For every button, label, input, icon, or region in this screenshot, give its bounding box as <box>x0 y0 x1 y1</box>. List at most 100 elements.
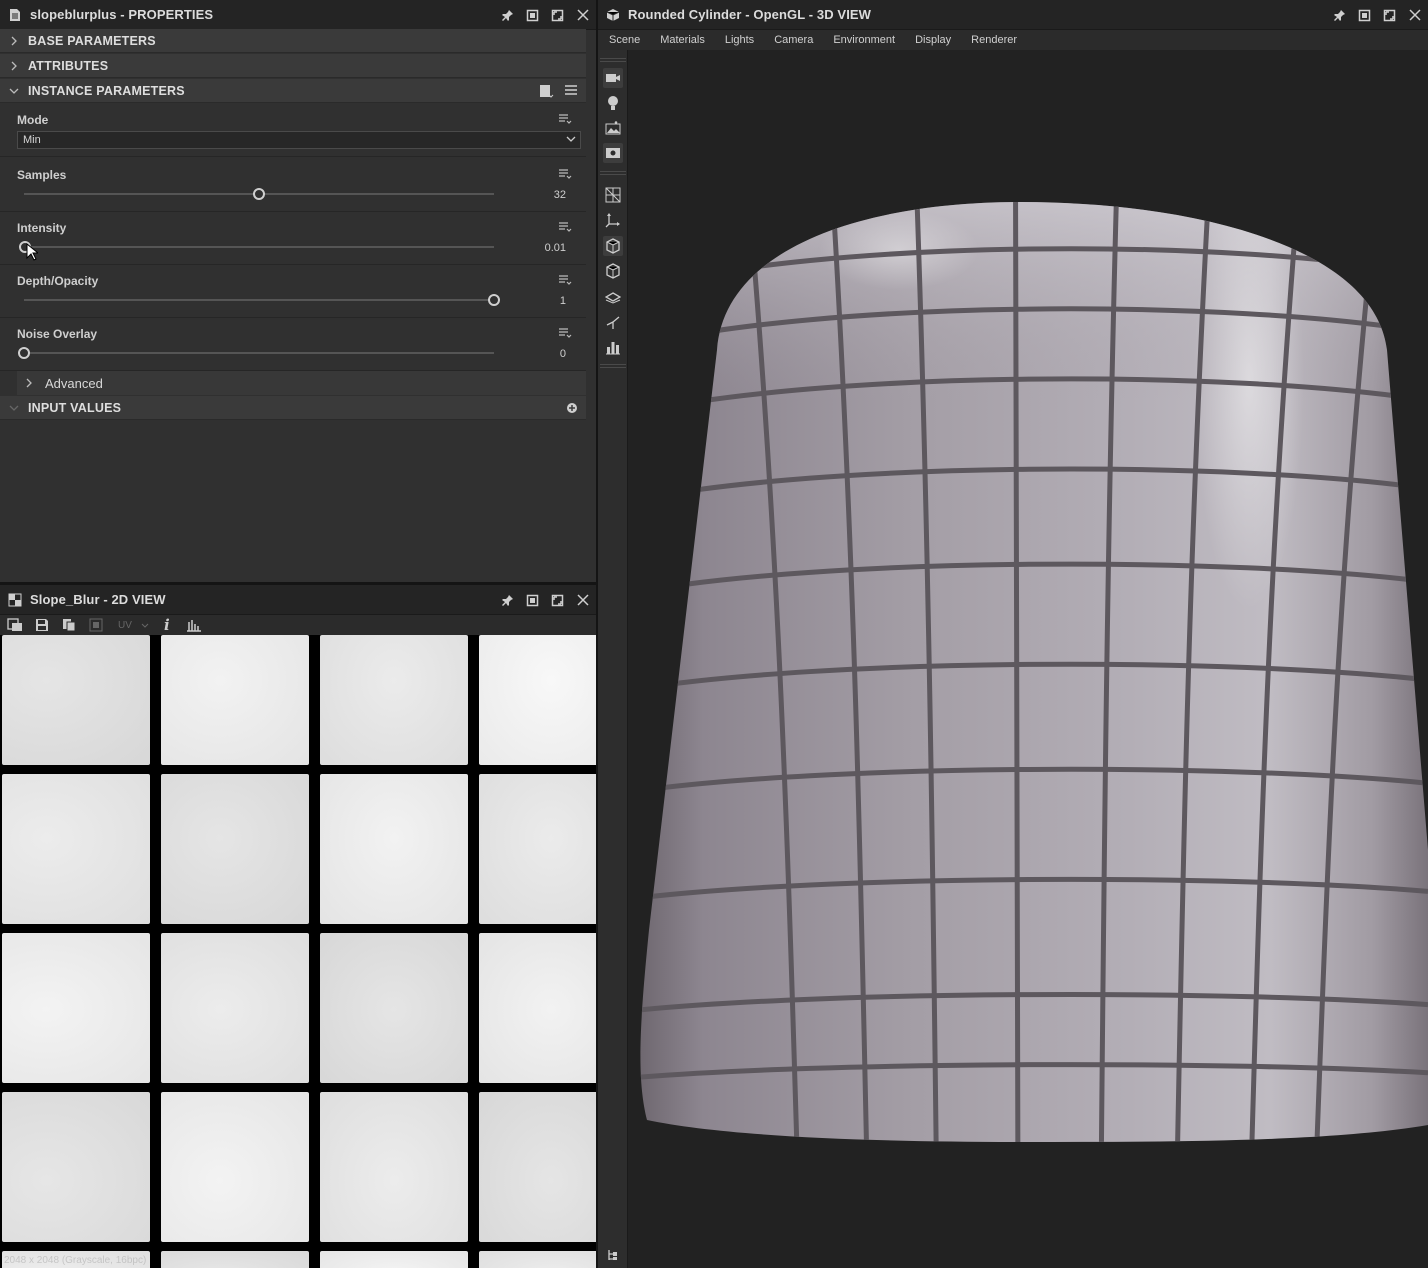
float-icon[interactable] <box>525 8 540 23</box>
texture-tile <box>479 774 596 924</box>
float-icon[interactable] <box>525 593 540 608</box>
pin-icon[interactable] <box>1332 8 1347 23</box>
snapshot-icon[interactable] <box>6 617 24 633</box>
samples-value[interactable]: 32 <box>554 189 566 201</box>
section-instance-parameters[interactable]: INSTANCE PARAMETERS <box>0 79 586 103</box>
environment-icon[interactable] <box>603 118 623 138</box>
chevron-down-icon <box>0 396 28 420</box>
param-label: Samples <box>17 168 67 182</box>
advanced-group[interactable]: Advanced <box>17 371 586 395</box>
texture-tile <box>479 635 596 765</box>
histogram-icon[interactable] <box>185 617 203 633</box>
param-depth-opacity: Depth/Opacity 1 <box>0 265 586 318</box>
menu-materials[interactable]: Materials <box>660 34 705 46</box>
section-input-values[interactable]: INPUT VALUES <box>0 396 586 420</box>
toolbar-grip <box>600 58 626 62</box>
maximize-icon[interactable] <box>550 593 565 608</box>
texture-tile <box>320 933 468 1083</box>
shaded-cube-icon[interactable] <box>603 236 623 256</box>
view-2d-titlebar: Slope_Blur - 2D VIEW <box>0 585 596 615</box>
menu-scene[interactable]: Scene <box>609 34 640 46</box>
chevron-down-icon <box>141 618 149 632</box>
depth-slider-track[interactable] <box>24 299 494 301</box>
view-3d-title: Rounded Cylinder - OpenGL - 3D VIEW <box>628 7 872 22</box>
menu-environment[interactable]: Environment <box>833 34 895 46</box>
tiling-icon[interactable] <box>87 617 105 633</box>
light-bulb-icon[interactable] <box>603 93 623 113</box>
3d-viewport[interactable] <box>629 50 1428 1268</box>
render-settings-icon[interactable] <box>603 143 623 163</box>
cube-icon <box>606 8 620 22</box>
param-menu-icon[interactable] <box>558 113 572 125</box>
close-icon[interactable] <box>575 593 590 608</box>
param-menu-icon[interactable] <box>558 168 572 180</box>
view-2d-panel: Slope_Blur - 2D VIEW UV i 2048 x 2048 (G… <box>0 585 596 1268</box>
texture-canvas[interactable]: 2048 x 2048 (Grayscale, 16bpc) <box>0 635 596 1268</box>
texture-tile <box>161 1092 309 1242</box>
view-2d-toolbar: UV i <box>0 615 596 635</box>
wireframe-icon[interactable] <box>603 185 623 205</box>
pin-icon[interactable] <box>500 593 515 608</box>
view-3d-panel: Rounded Cylinder - OpenGL - 3D VIEW Scen… <box>598 0 1428 1268</box>
axis-icon[interactable] <box>603 210 623 230</box>
save-icon[interactable] <box>33 617 51 633</box>
intensity-value[interactable]: 0.01 <box>545 242 566 254</box>
texture-tile <box>320 774 468 924</box>
noise-slider-handle[interactable] <box>18 347 30 359</box>
mode-value: Min <box>23 134 41 146</box>
cube-vertices-icon[interactable] <box>603 261 623 281</box>
texture-tile <box>479 1092 596 1242</box>
param-menu-icon[interactable] <box>558 274 572 286</box>
menu-renderer[interactable]: Renderer <box>971 34 1017 46</box>
section-base-parameters[interactable]: BASE PARAMETERS <box>0 29 586 53</box>
grout-column <box>1013 202 1021 1142</box>
info-icon[interactable]: i <box>158 616 176 634</box>
texture-tile <box>320 1092 468 1242</box>
close-icon[interactable] <box>575 8 590 23</box>
chevron-right-icon <box>0 54 28 78</box>
menu-lights[interactable]: Lights <box>725 34 754 46</box>
param-label: Noise Overlay <box>17 327 98 341</box>
texture-tile <box>479 1251 596 1268</box>
outliner-icon[interactable] <box>603 1245 623 1265</box>
properties-panel: slopeblurplus - PROPERTIES BASE PARAMETE… <box>0 0 596 582</box>
close-icon[interactable] <box>1407 8 1422 23</box>
maximize-icon[interactable] <box>1382 8 1397 23</box>
uv-dropdown[interactable]: UV <box>118 620 132 631</box>
toolbar-separator <box>600 171 626 175</box>
pin-icon[interactable] <box>500 8 515 23</box>
view-2d-title: Slope_Blur - 2D VIEW <box>30 592 166 607</box>
param-menu-icon[interactable] <box>558 327 572 339</box>
view-3d-menubar: Scene Materials Lights Camera Environmen… <box>598 30 1428 50</box>
properties-title: slopeblurplus - PROPERTIES <box>30 7 214 22</box>
depth-value[interactable]: 1 <box>560 295 566 307</box>
float-icon[interactable] <box>1357 8 1372 23</box>
maximize-icon[interactable] <box>550 8 565 23</box>
noise-slider-track[interactable] <box>24 352 494 354</box>
menu-display[interactable]: Display <box>915 34 951 46</box>
param-label: Intensity <box>17 221 67 235</box>
resolution-label: 2048 x 2048 (Grayscale, 16bpc) <box>4 1255 147 1266</box>
texture-tile <box>2 774 150 924</box>
mode-dropdown[interactable]: Min <box>17 131 581 149</box>
depth-slider-handle[interactable] <box>488 294 500 306</box>
texture-tile <box>161 635 309 765</box>
layers-icon[interactable] <box>603 288 623 308</box>
copy-icon[interactable] <box>60 617 78 633</box>
preset-icon[interactable] <box>538 83 554 102</box>
intensity-slider-track[interactable] <box>24 246 494 248</box>
noise-value[interactable]: 0 <box>560 348 566 360</box>
param-label: Mode <box>17 113 49 127</box>
menu-icon[interactable] <box>564 83 578 102</box>
section-attributes[interactable]: ATTRIBUTES <box>0 54 586 78</box>
param-menu-icon[interactable] <box>558 221 572 233</box>
texture-tile <box>2 933 150 1083</box>
samples-slider-handle[interactable] <box>253 188 265 200</box>
statistics-icon[interactable] <box>603 337 623 357</box>
texture-tile <box>320 635 468 765</box>
camera-icon[interactable] <box>603 68 623 88</box>
add-icon[interactable] <box>566 402 578 417</box>
menu-camera[interactable]: Camera <box>774 34 813 46</box>
view-3d-sidebar <box>598 50 628 1268</box>
gizmo-icon[interactable] <box>603 312 623 332</box>
